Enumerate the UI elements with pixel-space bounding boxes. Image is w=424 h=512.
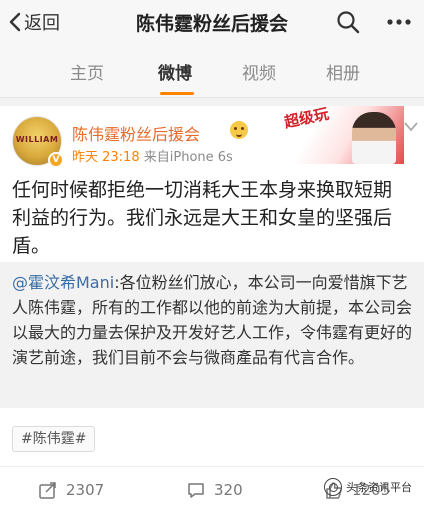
banner-text: 超级玩 [282, 106, 331, 132]
emoji-face-icon [230, 121, 248, 139]
post-text: 任何时候都拒绝一切消耗大王本身来换取短期 利益的行为。我们永远是大王和女皇的坚强… [12, 176, 412, 260]
section-divider [0, 98, 424, 106]
watermark-text: 头条资讯平台 [346, 481, 412, 494]
comment-count: 320 [214, 481, 243, 499]
tab-album[interactable]: 相册 [326, 59, 360, 84]
tab-weibo[interactable]: 微博 [158, 59, 192, 84]
active-tab-indicator [160, 92, 194, 95]
card-banner-image: 超级玩 [264, 106, 404, 164]
hashtag-chip[interactable]: #陈伟霆# [12, 426, 96, 452]
share-icon [39, 482, 56, 499]
watermark-logo-icon [324, 478, 342, 496]
search-icon[interactable] [336, 10, 360, 34]
post-username[interactable]: 陈伟霆粉丝后援会 [72, 121, 200, 145]
mention-link[interactable]: @霍汶希Mani [12, 273, 114, 292]
post-text-line: 任何时候都拒绝一切消耗大王本身来换取短期 [12, 179, 393, 201]
post-text-line: 利益的行为。我们永远是大王和女皇的坚强后 [12, 207, 393, 229]
top-bar: 返回 陈伟霆粉丝后援会 [0, 0, 424, 44]
weibo-post: WILLIAM V 陈伟霆粉丝后援会 昨天 23:18 来自iPhone 6s … [0, 106, 424, 512]
share-count: 2307 [66, 481, 105, 499]
share-button[interactable]: 2307 [38, 479, 104, 501]
post-meta: 昨天 23:18 来自iPhone 6s [72, 146, 233, 165]
more-icon[interactable] [386, 10, 412, 34]
post-source: 来自iPhone 6s [143, 150, 233, 165]
tab-home[interactable]: 主页 [70, 59, 104, 84]
post-text-line: 盾。 [12, 235, 51, 257]
chevron-down-icon[interactable] [404, 122, 418, 132]
banner-person-image [352, 112, 396, 164]
comment-icon [188, 483, 204, 498]
avatar-logo-text: WILLIAM [15, 135, 59, 144]
page-title: 陈伟霆粉丝后援会 [135, 13, 288, 35]
reposted-content[interactable]: @霍汶希Mani:各位粉丝们放心，本公司一向爱惜旗下艺人陈伟霆，所有的工作都以他… [0, 262, 424, 408]
verified-badge-icon: V [48, 152, 64, 168]
comment-button[interactable]: 320 [186, 479, 243, 501]
tab-video[interactable]: 视频 [242, 59, 276, 84]
watermark: 头条资讯平台 [324, 478, 412, 496]
profile-tabs: 主页 微博 视频 相册 [0, 44, 424, 98]
repost-text: @霍汶希Mani:各位粉丝们放心，本公司一向爱惜旗下艺人陈伟霆，所有的工作都以他… [12, 270, 414, 370]
post-time: 昨天 23:18 [72, 150, 140, 165]
